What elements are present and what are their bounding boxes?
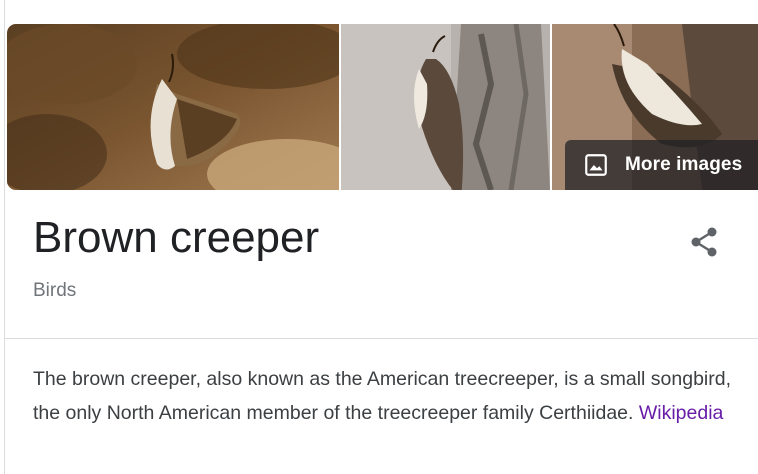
description-text: The brown creeper, also known as the Ame…	[33, 368, 732, 424]
more-images-label: More images	[625, 154, 743, 175]
divider	[5, 338, 758, 339]
bird-photo-1[interactable]	[7, 24, 339, 190]
entity-description: The brown creeper, also known as the Ame…	[33, 362, 743, 430]
bird-photo-3[interactable]: More images	[552, 24, 758, 190]
bird-photo-2[interactable]	[341, 24, 550, 190]
more-images-button[interactable]: More images	[565, 140, 758, 190]
image-strip: More images	[7, 24, 758, 190]
entity-subtitle: Birds	[33, 280, 77, 301]
share-button[interactable]	[685, 222, 725, 262]
knowledge-panel: More images Brown creeper Birds The brow…	[4, 0, 758, 474]
share-icon	[691, 227, 717, 257]
image-icon	[585, 154, 607, 176]
entity-title: Brown creeper	[33, 213, 320, 262]
wikipedia-link[interactable]: Wikipedia	[639, 402, 724, 424]
